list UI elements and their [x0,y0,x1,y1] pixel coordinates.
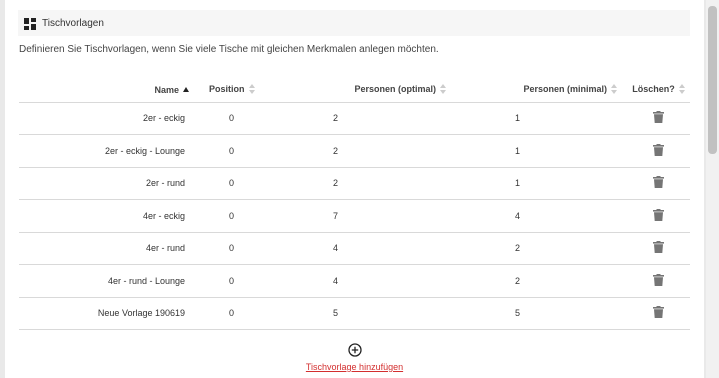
cell-persons-minimal: 4 [462,199,627,233]
cell-persons-optimal: 5 [287,297,462,330]
scrollbar-thumb[interactable] [708,6,717,154]
section-title: Tischvorlagen [42,17,104,29]
cell-position: 0 [209,102,287,135]
cell-delete [627,134,690,168]
cell-persons-optimal: 2 [287,102,462,135]
column-header-persons-minimal[interactable]: Personen (minimal) [462,78,627,103]
cell-delete [627,297,690,330]
sort-icon [678,84,685,95]
table-row[interactable]: Neue Vorlage 190619 0 5 5 [19,297,690,330]
column-header-name[interactable]: Name [19,78,209,103]
dashboard-icon [24,17,36,30]
trash-icon[interactable] [653,176,664,189]
cell-persons-minimal: 1 [462,102,627,135]
templates-table: Name Position Personen (optimal) Persone… [19,78,690,330]
table-row[interactable]: 4er - rund 0 4 2 [19,232,690,265]
sort-icon [440,84,446,95]
cell-persons-optimal: 2 [287,167,462,200]
cell-name: Neue Vorlage 190619 [19,297,209,330]
cell-persons-minimal: 1 [462,167,627,200]
scrollbar[interactable] [706,0,719,378]
cell-position: 0 [209,199,287,233]
cell-delete [627,232,690,265]
column-header-persons-optimal[interactable]: Personen (optimal) [287,78,462,103]
cell-name: 2er - rund [19,167,209,200]
cell-persons-optimal: 4 [287,232,462,265]
table-row[interactable]: 4er - rund - Lounge 0 4 2 [19,264,690,298]
sort-icon [611,84,617,95]
trash-icon[interactable] [653,208,664,221]
column-header-position[interactable]: Position [209,78,287,103]
cell-persons-minimal: 1 [462,134,627,168]
cell-persons-optimal: 7 [287,199,462,233]
add-template-area: Tischvorlage hinzufügen [0,343,709,375]
cell-position: 0 [209,167,287,200]
cell-name: 2er - eckig - Lounge [19,134,209,168]
cell-persons-minimal: 2 [462,232,627,265]
cell-persons-optimal: 2 [287,134,462,168]
cell-name: 4er - rund - Lounge [19,264,209,298]
section-description: Definieren Sie Tischvorlagen, wenn Sie v… [19,44,439,55]
table-row[interactable]: 2er - rund 0 2 1 [19,167,690,200]
cell-persons-minimal: 5 [462,297,627,330]
cell-position: 0 [209,134,287,168]
cell-name: 4er - rund [19,232,209,265]
trash-icon[interactable] [653,111,664,124]
column-header-delete[interactable]: Löschen? [627,78,690,103]
trash-icon[interactable] [653,143,664,156]
cell-persons-minimal: 2 [462,264,627,298]
cell-delete [627,199,690,233]
cell-position: 0 [209,232,287,265]
table-row[interactable]: 4er - eckig 0 7 4 [19,199,690,233]
table-row[interactable]: 2er - eckig 0 2 1 [19,102,690,135]
cell-persons-optimal: 4 [287,264,462,298]
cell-delete [627,102,690,135]
cell-position: 0 [209,264,287,298]
add-template-link[interactable]: Tischvorlage hinzufügen [306,362,403,372]
cell-delete [627,264,690,298]
cell-position: 0 [209,297,287,330]
table-row[interactable]: 2er - eckig - Lounge 0 2 1 [19,134,690,168]
sort-icon [248,84,255,95]
section-header: Tischvorlagen [18,10,690,36]
cell-name: 4er - eckig [19,199,209,233]
sort-ascending-icon [183,86,189,92]
cell-delete [627,167,690,200]
trash-icon[interactable] [653,241,664,254]
table-header-row: Name Position Personen (optimal) Persone… [19,78,690,103]
trash-icon[interactable] [653,273,664,286]
add-circle-icon[interactable] [347,343,362,357]
trash-icon[interactable] [653,306,664,319]
cell-name: 2er - eckig [19,102,209,135]
